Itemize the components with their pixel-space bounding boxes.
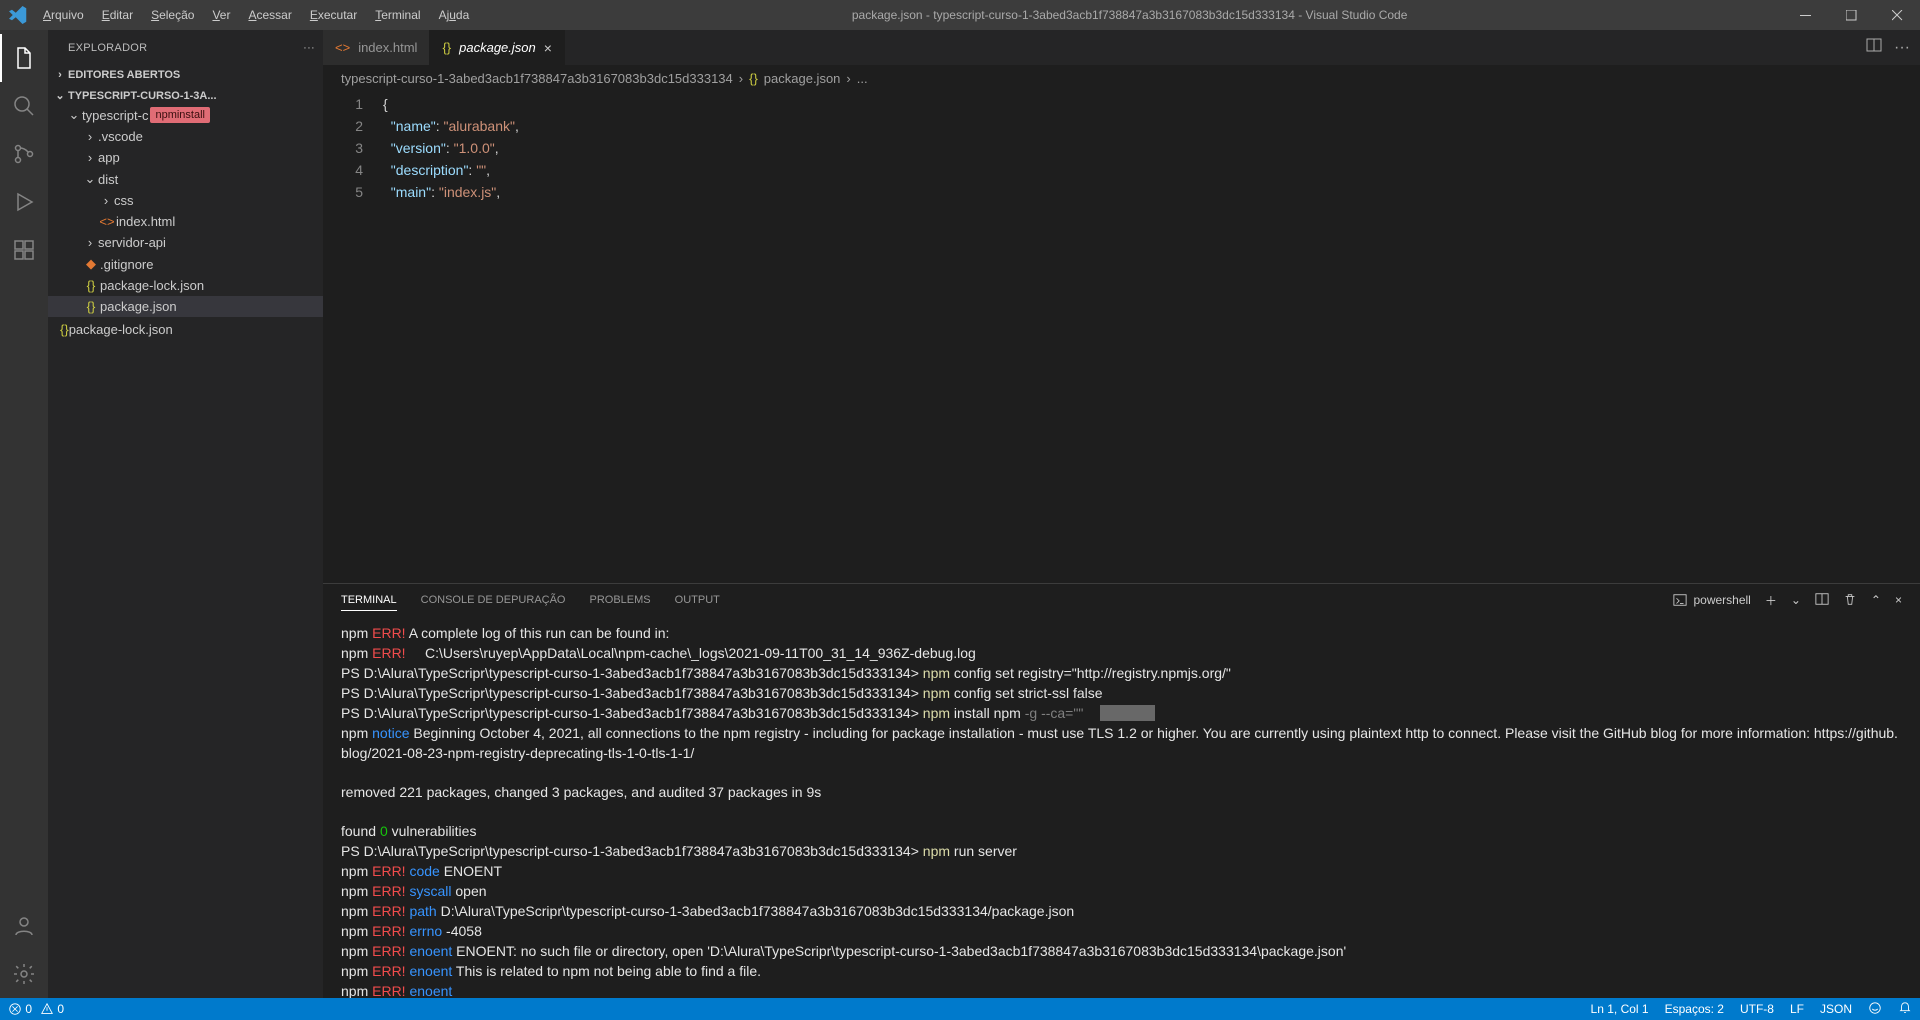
tree-folder-root[interactable]: ⌄ typescript-c npminstall [48,104,323,126]
chevron-right-icon: › [98,193,114,208]
bottom-panel: TERMINAL CONSOLE DE DEPURAÇÃO PROBLEMS O… [323,583,1920,998]
tab-index-html[interactable]: <> index.html [323,30,430,65]
status-notifications-icon[interactable] [1898,1001,1912,1018]
chevron-right-icon: › [846,71,850,86]
tree-folder-dist[interactable]: ⌄ dist [48,168,323,190]
extensions-icon[interactable] [0,226,48,274]
terminal-output[interactable]: npm ERR! A complete log of this run can … [323,616,1920,998]
source-control-icon[interactable] [0,130,48,178]
tree-file-gitignore[interactable]: ◆ .gitignore [48,253,323,275]
accounts-icon[interactable] [0,902,48,950]
minimize-button[interactable] [1782,0,1828,30]
explorer-title: EXPLORADOR [68,42,147,54]
menu-executar[interactable]: Executar [302,8,365,22]
split-editor-icon[interactable] [1866,37,1882,58]
menu-terminal[interactable]: Terminal [367,8,428,22]
html-file-icon: <> [335,40,350,55]
chevron-right-icon: › [82,150,98,165]
status-bar: 0 0 Ln 1, Col 1 Espaços: 2 UTF-8 LF JSON [0,998,1920,1020]
status-encoding[interactable]: UTF-8 [1740,1002,1774,1016]
split-terminal-icon[interactable] [1815,592,1829,609]
menu-editar[interactable]: Editar [94,8,141,22]
activity-bar [0,30,48,998]
status-language[interactable]: JSON [1820,1002,1852,1016]
more-editor-actions-icon[interactable]: ··· [1894,39,1910,57]
json-file-icon: {} [60,322,69,337]
html-file-icon: <> [98,214,116,229]
line-gutter: 12345 [323,91,383,583]
json-file-icon: {} [82,299,100,314]
new-terminal-icon[interactable]: ＋ [1765,592,1777,609]
chevron-right-icon: › [82,129,98,144]
settings-gear-icon[interactable] [0,950,48,998]
title-bar: Arquivo Editar Seleção Ver Acessar Execu… [0,0,1920,30]
json-file-icon: {} [82,278,100,293]
maximize-button[interactable] [1828,0,1874,30]
tree-file-package-lock[interactable]: {} package-lock.json [48,275,323,296]
tree-file-index-html[interactable]: <> index.html [48,211,323,232]
gitignore-icon: ◆ [82,256,100,272]
panel-tab-debug-console[interactable]: CONSOLE DE DEPURAÇÃO [421,590,566,610]
chevron-right-icon: › [739,71,743,86]
maximize-panel-icon[interactable]: ⌃ [1871,593,1881,607]
run-debug-icon[interactable] [0,178,48,226]
menu-selecao[interactable]: Seleção [143,8,202,22]
more-actions-icon[interactable]: ··· [303,42,315,54]
tree-file-package-json[interactable]: {} package.json [48,296,323,317]
status-eol[interactable]: LF [1790,1002,1804,1016]
chevron-down-icon: ⌄ [82,171,98,187]
explorer-sidebar: EXPLORADOR ··· › EDITORES ABERTOS ⌄ TYPE… [48,30,323,998]
menu-bar: Arquivo Editar Seleção Ver Acessar Execu… [35,8,477,22]
close-panel-icon[interactable]: × [1895,593,1902,607]
status-feedback-icon[interactable] [1868,1001,1882,1018]
tree-folder-css[interactable]: › css [48,190,323,211]
window-title: package.json - typescript-curso-1-3abed3… [477,8,1782,22]
editor-area: <> index.html {} package.json × ··· type… [323,30,1920,998]
outline-item[interactable]: {} package-lock.json [48,319,323,340]
code-content[interactable]: { "name": "alurabank", "version": "1.0.0… [383,91,1920,583]
close-button[interactable] [1874,0,1920,30]
tree-folder-app[interactable]: › app [48,147,323,168]
tab-package-json[interactable]: {} package.json × [430,30,565,65]
menu-ajuda[interactable]: Ajuda [431,8,478,22]
panel-tab-terminal[interactable]: TERMINAL [341,590,397,611]
open-editors-section[interactable]: › EDITORES ABERTOS [48,67,323,83]
status-errors[interactable]: 0 [8,1002,32,1017]
explorer-icon[interactable] [0,34,48,82]
close-tab-icon[interactable]: × [544,40,552,56]
minimap[interactable] [1818,93,1908,173]
terminal-dropdown-icon[interactable]: ⌄ [1791,593,1801,607]
json-file-icon: {} [442,40,451,55]
code-editor[interactable]: 12345 { "name": "alurabank", "version": … [323,91,1920,583]
terminal-shell-selector[interactable]: powershell [1673,593,1750,607]
search-icon[interactable] [0,82,48,130]
chevron-right-icon: › [82,235,98,250]
status-cursor-position[interactable]: Ln 1, Col 1 [1591,1002,1649,1016]
tree-folder-vscode[interactable]: › .vscode [48,126,323,147]
editor-tabs: <> index.html {} package.json × ··· [323,30,1920,65]
json-file-icon: {} [749,71,758,86]
breadcrumb[interactable]: typescript-curso-1-3abed3acb1f738847a3b3… [323,65,1920,91]
npm-install-badge: npminstall [150,107,210,123]
status-warnings[interactable]: 0 [40,1002,64,1017]
project-section[interactable]: ⌄ TYPESCRIPT-CURSO-1-3A... [48,87,323,104]
menu-acessar[interactable]: Acessar [240,8,299,22]
panel-tab-problems[interactable]: PROBLEMS [590,590,651,610]
menu-arquivo[interactable]: Arquivo [35,8,92,22]
chevron-right-icon: › [52,69,68,81]
tree-folder-servidor[interactable]: › servidor-api [48,232,323,253]
chevron-down-icon: ⌄ [52,89,68,102]
menu-ver[interactable]: Ver [204,8,238,22]
vscode-logo [0,6,35,24]
status-indentation[interactable]: Espaços: 2 [1665,1002,1724,1016]
chevron-down-icon: ⌄ [66,107,82,123]
kill-terminal-icon[interactable] [1843,592,1857,609]
panel-tab-output[interactable]: OUTPUT [675,590,720,610]
